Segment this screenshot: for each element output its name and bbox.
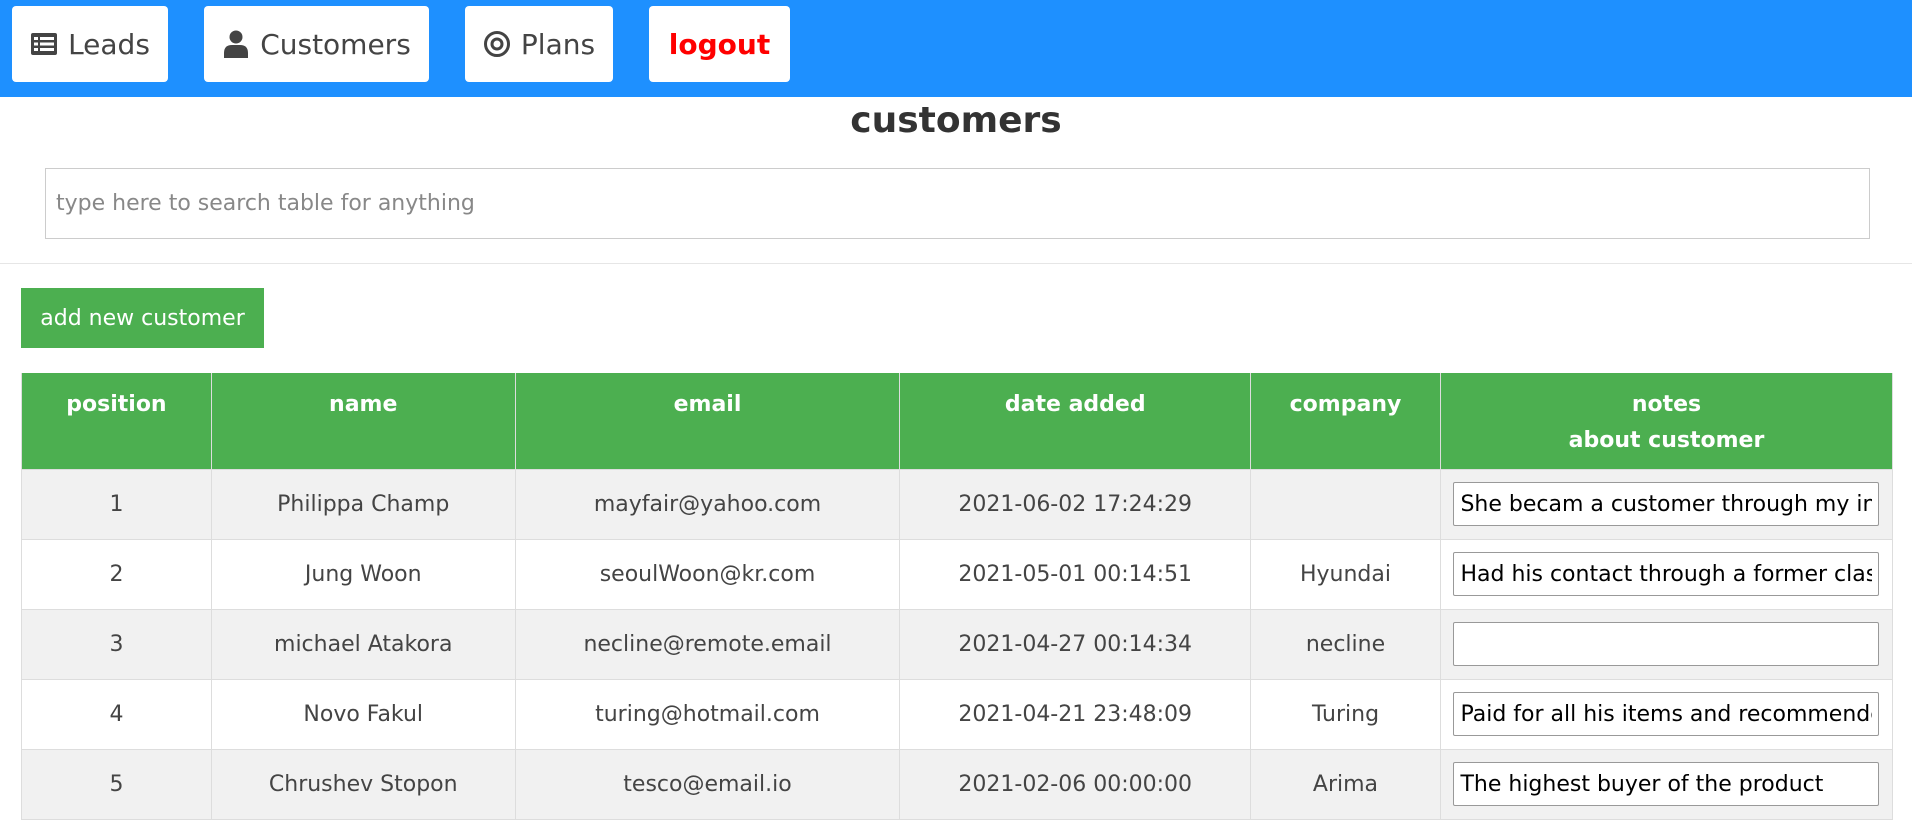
table-row: 5 Chrushev Stopon tesco@email.io 2021-02…: [21, 748, 1894, 820]
logout-button[interactable]: logout: [649, 6, 790, 82]
table-row: 2 Jung Woon seoulWoon@kr.com 2021-05-01 …: [21, 538, 1894, 610]
cell-company: [1250, 468, 1441, 540]
cell-position: 4: [21, 678, 212, 750]
cell-notes: [1439, 468, 1894, 540]
cell-position: 5: [21, 748, 212, 820]
top-nav-bar: Leads Customers Plans logout: [0, 0, 1912, 97]
divider: [0, 263, 1912, 264]
nav-plans-label: Plans: [520, 27, 596, 61]
table-row: 3 michael Atakora necline@remote.email 2…: [21, 608, 1894, 680]
table-row: 4 Novo Fakul turing@hotmail.com 2021-04-…: [21, 678, 1894, 750]
cell-notes: [1439, 748, 1894, 820]
cell-date-added: 2021-04-21 23:48:09: [899, 678, 1252, 750]
nav-customers-button[interactable]: Customers: [204, 6, 429, 82]
cell-notes: [1439, 678, 1894, 750]
cell-company: Hyundai: [1250, 538, 1441, 610]
cell-name: Novo Fakul: [210, 678, 516, 750]
nav-customers-label: Customers: [260, 27, 411, 61]
cell-email: necline@remote.email: [514, 608, 901, 680]
column-header-name[interactable]: name: [210, 373, 516, 469]
page-title: customers: [850, 100, 1062, 141]
notes-input[interactable]: [1453, 692, 1880, 736]
cell-date-added: 2021-06-02 17:24:29: [899, 468, 1252, 540]
logout-label: logout: [668, 27, 771, 61]
cell-email: turing@hotmail.com: [514, 678, 901, 750]
cell-position: 1: [21, 468, 212, 540]
customers-table: position name email date added company n…: [21, 373, 1894, 820]
cell-company: Turing: [1250, 678, 1441, 750]
column-header-email[interactable]: email: [514, 373, 901, 469]
add-customer-button[interactable]: add new customer: [21, 288, 264, 348]
cell-company: necline: [1250, 608, 1441, 680]
cell-name: michael Atakora: [210, 608, 516, 680]
column-header-position[interactable]: position: [21, 373, 212, 469]
cell-name: Chrushev Stopon: [210, 748, 516, 820]
cell-company: Arima: [1250, 748, 1441, 820]
nav-leads-label: Leads: [68, 27, 150, 61]
cell-email: seoulWoon@kr.com: [514, 538, 901, 610]
user-icon: [222, 30, 250, 58]
notes-input[interactable]: [1453, 482, 1880, 526]
cell-date-added: 2021-04-27 00:14:34: [899, 608, 1252, 680]
cell-notes: [1439, 608, 1894, 680]
notes-input[interactable]: [1453, 622, 1880, 666]
table-row: 1 Philippa Champ mayfair@yahoo.com 2021-…: [21, 468, 1894, 540]
cell-position: 3: [21, 608, 212, 680]
column-header-date-added[interactable]: date added: [899, 373, 1252, 469]
cell-email: mayfair@yahoo.com: [514, 468, 901, 540]
notes-input[interactable]: [1453, 762, 1880, 806]
column-header-notes[interactable]: notes about customer: [1439, 373, 1894, 469]
column-header-notes-line1: notes: [1631, 392, 1702, 417]
list-icon: [30, 30, 58, 58]
cell-email: tesco@email.io: [514, 748, 901, 820]
nav-leads-button[interactable]: Leads: [12, 6, 168, 82]
column-header-notes-line2: about customer: [1568, 428, 1765, 453]
cell-name: Philippa Champ: [210, 468, 516, 540]
target-icon: [483, 30, 511, 58]
cell-notes: [1439, 538, 1894, 610]
table-header-row: position name email date added company n…: [21, 373, 1894, 469]
nav-plans-button[interactable]: Plans: [465, 6, 613, 82]
cell-date-added: 2021-05-01 00:14:51: [899, 538, 1252, 610]
column-header-company[interactable]: company: [1250, 373, 1441, 469]
cell-date-added: 2021-02-06 00:00:00: [899, 748, 1252, 820]
notes-input[interactable]: [1453, 552, 1880, 596]
cell-position: 2: [21, 538, 212, 610]
cell-name: Jung Woon: [210, 538, 516, 610]
search-input[interactable]: [45, 168, 1870, 239]
